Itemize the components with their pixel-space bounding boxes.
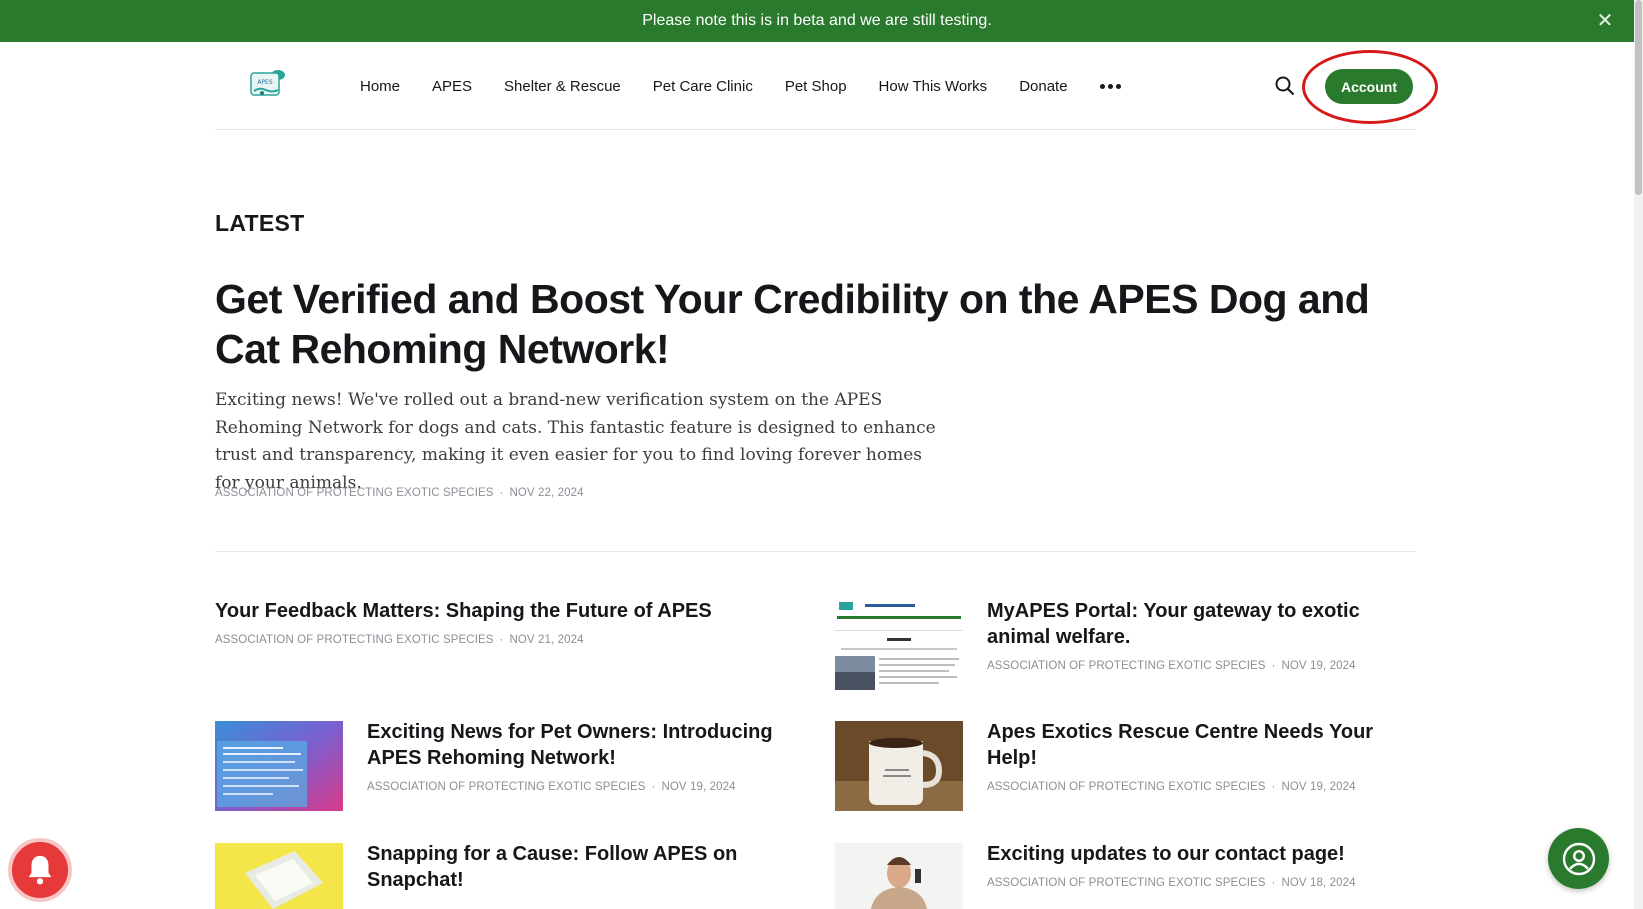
post-meta: ASSOCIATION OF PROTECTING EXOTIC SPECIES… (987, 781, 1356, 793)
post-date: NOV 19, 2024 (661, 781, 736, 793)
post-thumbnail[interactable] (215, 721, 343, 811)
post-meta: ASSOCIATION OF PROTECTING EXOTIC SPECIES… (215, 634, 584, 646)
post-thumbnail[interactable] (835, 843, 963, 909)
feature-post-meta: ASSOCIATION OF PROTECTING EXOTIC SPECIES… (215, 487, 584, 499)
nav-shelter-rescue[interactable]: Shelter & Rescue (504, 78, 621, 95)
post-date: NOV 22, 2024 (509, 487, 584, 499)
section-title: LATEST (215, 210, 305, 236)
nav-pet-shop[interactable]: Pet Shop (785, 78, 847, 95)
post-date: NOV 19, 2024 (1281, 781, 1356, 793)
post-thumbnail[interactable] (835, 721, 963, 811)
svg-text:APES: APES (257, 79, 273, 86)
post-author: ASSOCIATION OF PROTECTING EXOTIC SPECIES (215, 634, 494, 646)
person-chat-icon[interactable] (1548, 828, 1609, 889)
nav-home[interactable]: Home (360, 78, 400, 95)
post-card[interactable]: Apes Exotics Rescue Centre Needs Your He… (987, 719, 1407, 793)
main-nav: Home APES Shelter & Rescue Pet Care Clin… (360, 42, 1121, 130)
post-title[interactable]: Snapping for a Cause: Follow APES on Sna… (367, 841, 787, 893)
post-thumbnail[interactable] (835, 600, 963, 690)
banner-text: Please note this is in beta and we are s… (642, 12, 992, 29)
nav-pet-care-clinic[interactable]: Pet Care Clinic (653, 78, 753, 95)
scrollbar-thumb[interactable] (1635, 0, 1642, 195)
post-card[interactable]: Your Feedback Matters: Shaping the Futur… (215, 598, 775, 646)
nav-how-this-works[interactable]: How This Works (879, 78, 988, 95)
feature-post-title[interactable]: Get Verified and Boost Your Credibility … (215, 274, 1425, 374)
feature-post-excerpt: Exciting news! We've rolled out a brand-… (215, 390, 936, 493)
more-dots-icon[interactable] (1099, 76, 1121, 96)
post-card[interactable]: MyAPES Portal: Your gateway to exotic an… (987, 598, 1407, 672)
post-title[interactable]: Apes Exotics Rescue Centre Needs Your He… (987, 719, 1407, 771)
post-date: NOV 18, 2024 (1281, 877, 1356, 889)
post-thumbnail[interactable] (215, 843, 343, 909)
post-meta: ASSOCIATION OF PROTECTING EXOTIC SPECIES… (987, 877, 1356, 889)
post-author: ASSOCIATION OF PROTECTING EXOTIC SPECIES (367, 781, 646, 793)
post-title[interactable]: Exciting News for Pet Owners: Introducin… (367, 719, 787, 771)
beta-banner: Please note this is in beta and we are s… (0, 0, 1634, 42)
post-date: NOV 19, 2024 (1281, 660, 1356, 672)
post-title[interactable]: Exciting updates to our contact page! (987, 841, 1407, 867)
site-header: APES Home APES Shelter & Rescue Pet Care… (215, 42, 1415, 130)
post-title[interactable]: Your Feedback Matters: Shaping the Futur… (215, 598, 775, 624)
post-card[interactable]: Exciting updates to our contact page! AS… (987, 841, 1407, 889)
post-title[interactable]: MyAPES Portal: Your gateway to exotic an… (987, 598, 1407, 650)
nav-donate[interactable]: Donate (1019, 78, 1067, 95)
post-author: ASSOCIATION OF PROTECTING EXOTIC SPECIES (987, 877, 1266, 889)
post-author: ASSOCIATION OF PROTECTING EXOTIC SPECIES (987, 781, 1266, 793)
post-date: NOV 21, 2024 (509, 634, 584, 646)
page-scrollbar[interactable] (1634, 0, 1643, 909)
account-button[interactable]: Account (1325, 69, 1413, 104)
post-meta: ASSOCIATION OF PROTECTING EXOTIC SPECIES… (367, 781, 736, 793)
apes-logo[interactable]: APES (245, 68, 289, 100)
close-icon[interactable]: ✕ (1594, 10, 1616, 32)
post-author: ASSOCIATION OF PROTECTING EXOTIC SPECIES (987, 660, 1266, 672)
section-divider (215, 551, 1415, 552)
post-meta: ASSOCIATION OF PROTECTING EXOTIC SPECIES… (987, 660, 1356, 672)
post-card[interactable]: Snapping for a Cause: Follow APES on Sna… (367, 841, 787, 893)
post-card[interactable]: Exciting News for Pet Owners: Introducin… (367, 719, 787, 793)
search-icon[interactable] (1273, 74, 1297, 98)
post-author: ASSOCIATION OF PROTECTING EXOTIC SPECIES (215, 487, 494, 499)
nav-apes[interactable]: APES (432, 78, 472, 95)
bell-icon[interactable] (8, 838, 72, 902)
